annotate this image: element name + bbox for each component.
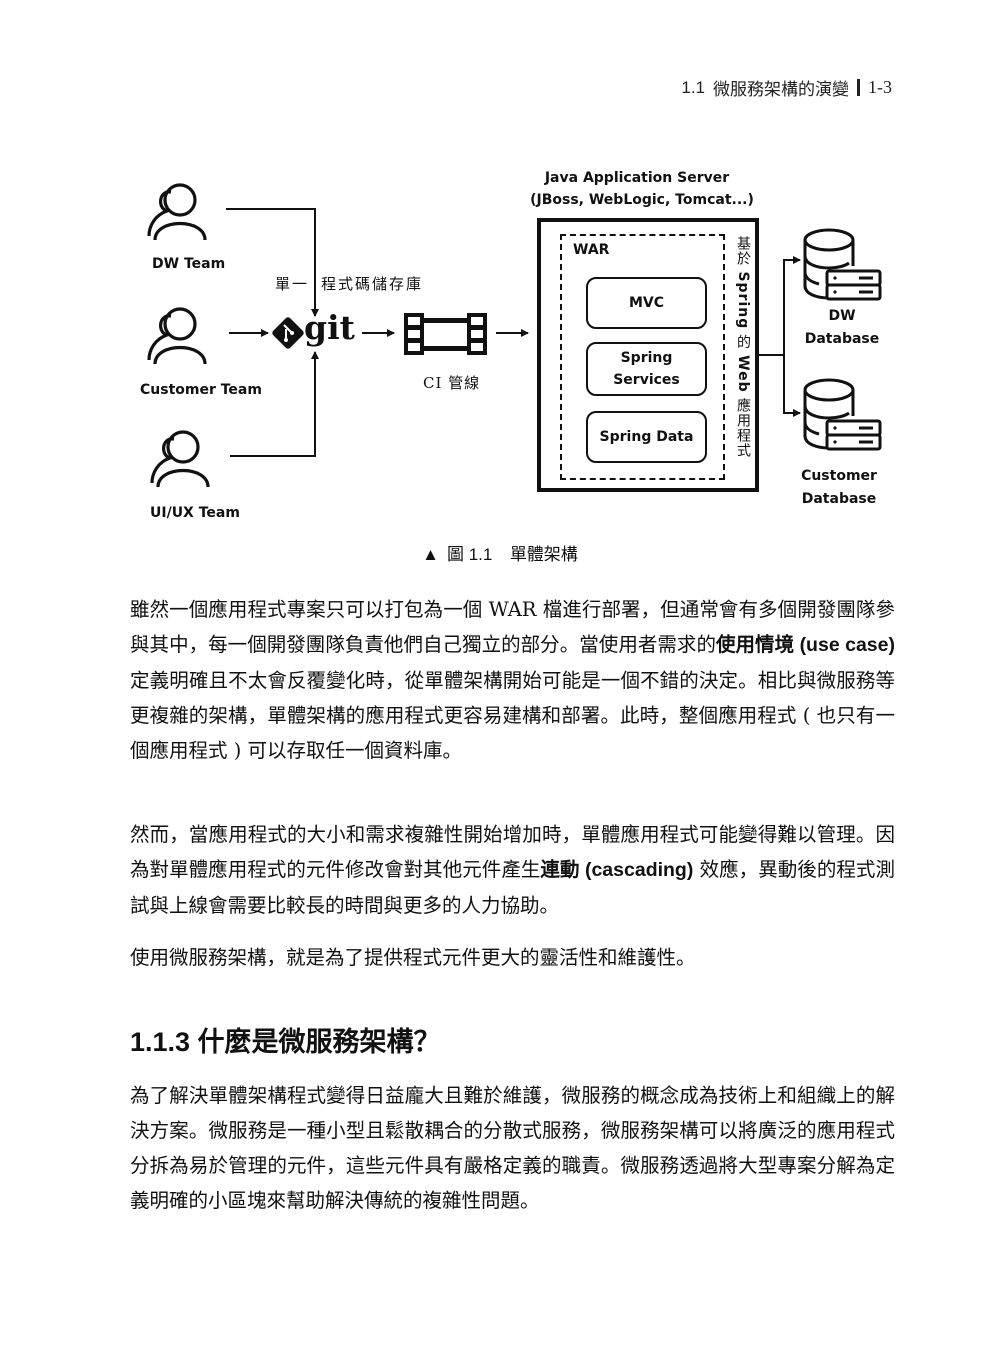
term-cascading: 連動 (cascading) — [540, 859, 694, 881]
repo-label-left: 單一 — [275, 275, 310, 293]
server-title: Java Application Server — [544, 170, 730, 186]
caption-prefix: 圖 1.1 — [447, 545, 493, 564]
dw-team-to-git-arrow — [226, 208, 319, 317]
component-label: Spring Data — [599, 429, 694, 445]
section-heading: 1.1.3 什麼是微服務架構？ — [130, 1027, 441, 1057]
users-icon — [147, 183, 207, 242]
paragraph: 為了解決單體架構程式變得日益龐大且難於維護，微服務的概念成為技術上和組織上的解決… — [130, 1078, 895, 1218]
customer-database-label: Customer Database — [797, 465, 881, 511]
paragraph-text: 定義明確且不太會反覆變化時，從單體架構開始可能是一個不錯的決定。相比與微服務等更… — [130, 669, 895, 762]
term-use-case: 使用情境 (use case) — [715, 634, 895, 656]
database-label-line: DW — [828, 308, 856, 324]
figure-caption: ▲ 圖 1.1 單體架構 — [0, 540, 1000, 565]
caption-marker: ▲ — [422, 545, 439, 564]
paragraph-text: 使用微服務架構，就是為了提供程式元件更大的靈活性和維護性。 — [130, 946, 696, 969]
vertical-label-part: 應用程式 — [735, 392, 751, 459]
uiux-team-to-git-arrow — [230, 351, 319, 457]
mvc-component: MVC — [586, 277, 707, 329]
vertical-label-part: 的 — [735, 329, 751, 356]
vertical-label-part: 基於 — [735, 236, 751, 272]
server-to-dw-db-arrow — [783, 256, 801, 355]
database-label-line: Database — [801, 491, 877, 507]
war-label: WAR — [573, 242, 610, 258]
component-label: Services — [613, 372, 680, 388]
paragraph: 雖然一個應用程式專案只可以打包為一個 WAR 檔進行部署，但通常會有多個開發團隊… — [130, 592, 895, 768]
users-icon — [147, 307, 207, 366]
paragraph: 使用微服務架構，就是為了提供程式元件更大的靈活性和維護性。 — [130, 940, 895, 975]
vertical-label-part: Spring — [735, 271, 751, 330]
users-icon — [150, 430, 210, 489]
database-label-line: Customer — [801, 468, 877, 484]
ci-pipeline-icon — [404, 313, 487, 355]
spring-web-app-vertical-label: 基於 Spring 的 Web 應用程式 — [733, 236, 753, 476]
team-label: UI/UX Team — [150, 505, 240, 521]
caption-title: 單體架構 — [509, 545, 578, 564]
monolith-architecture-diagram: DW Team Customer Team UI/UX Team 單一 程式碼儲… — [0, 0, 1000, 540]
paragraph-text: 為了解決單體架構程式變得日益龐大且難於維護，微服務的概念成為技術上和組織上的解決… — [130, 1084, 895, 1212]
repo-label-right: 程式碼儲存庫 — [321, 275, 424, 293]
team-label: Customer Team — [140, 382, 262, 398]
database-label-line: Database — [804, 331, 880, 347]
component-label: Spring — [620, 350, 673, 366]
git-wordmark: git — [304, 308, 355, 347]
database-server-icon — [803, 228, 882, 301]
server-subtitle: (JBoss, WebLogic, Tomcat...) — [530, 192, 754, 208]
diagram-graphics — [147, 183, 882, 489]
database-server-icon — [803, 378, 882, 451]
vertical-label-part: Web — [735, 355, 751, 393]
git-logo-icon — [272, 317, 304, 349]
spring-data-component: Spring Data — [586, 411, 707, 463]
dw-database-label: DW Database — [800, 305, 884, 351]
paragraph: 然而，當應用程式的大小和需求複雜性開始增加時，單體應用程式可能變得難以管理。因為… — [130, 817, 895, 923]
team-label: DW Team — [152, 256, 226, 272]
server-to-customer-db-arrow — [783, 355, 801, 417]
ci-label: CI 管線 — [423, 374, 481, 392]
component-label: MVC — [628, 295, 665, 311]
spring-services-component: Spring Services — [586, 342, 707, 396]
